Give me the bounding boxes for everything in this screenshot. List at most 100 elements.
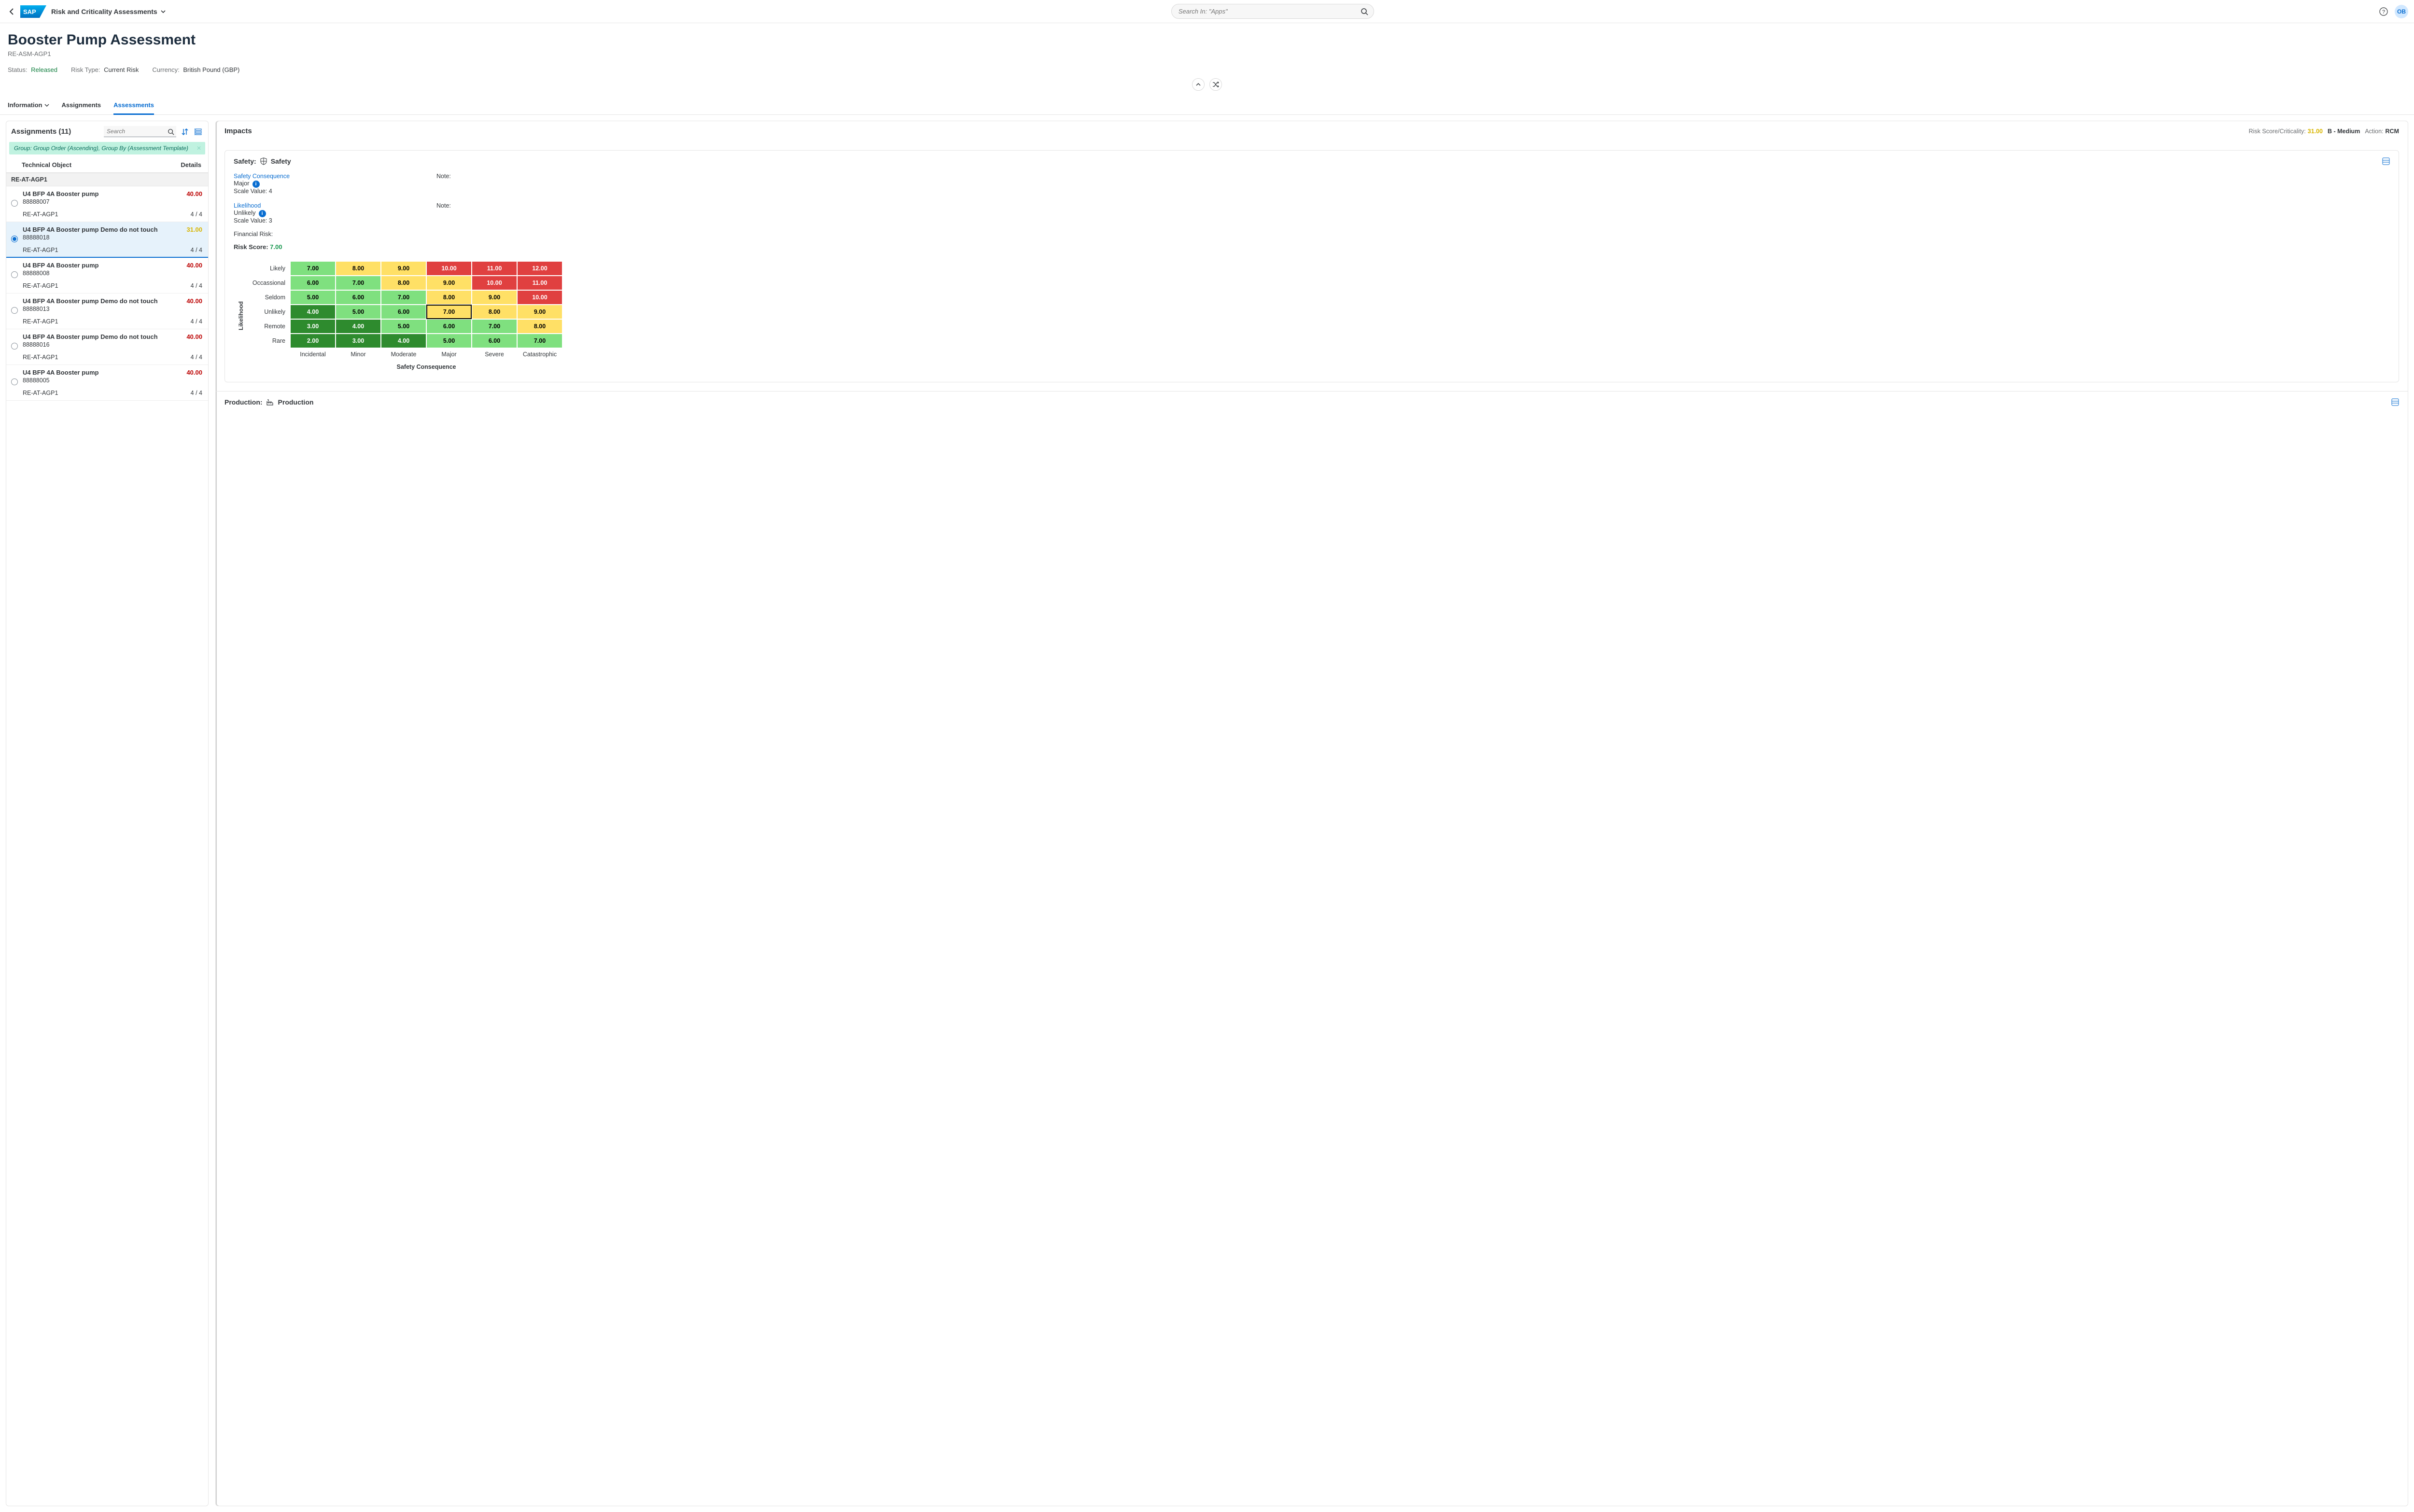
list-item[interactable]: U4 BFP 4A Booster pump Demo do not touch… [6,329,208,365]
matrix-cell[interactable]: 6.00 [336,290,381,305]
assignments-list[interactable]: RE-AT-AGP1 U4 BFP 4A Booster pump 40.00 … [6,173,208,1506]
shuffle-button[interactable] [1209,78,1222,91]
info-icon[interactable]: i [253,181,260,188]
matrix-cell[interactable]: 5.00 [381,319,426,334]
item-progress: 4 / 4 [191,390,202,396]
matrix-cell[interactable]: 11.00 [472,261,517,276]
global-search[interactable] [1171,4,1374,19]
matrix-cell[interactable]: 7.00 [336,276,381,290]
matrix-cell[interactable]: 8.00 [426,290,472,305]
matrix-cell[interactable]: 12.00 [517,261,562,276]
radio-button[interactable] [11,343,18,350]
note-label-2: Note: [436,202,620,209]
production-section-header: Production: Production [216,391,2408,413]
chevron-down-icon [44,103,49,108]
matrix-cell[interactable]: 8.00 [517,319,562,334]
matrix-col-label: Severe [472,351,517,358]
matrix-cell[interactable]: 9.00 [517,305,562,319]
matrix-row-label: Seldom [244,294,290,301]
matrix-cell[interactable]: 7.00 [472,319,517,334]
radio-button[interactable] [11,307,18,314]
matrix-cell[interactable]: 6.00 [290,276,336,290]
item-score: 40.00 [186,262,202,269]
financial-risk-label: Financial Risk: [234,231,2390,238]
tab-information[interactable]: Information [8,97,49,114]
risktype-fact: Risk Type: Current Risk [71,66,139,73]
matrix-cell[interactable]: 9.00 [472,290,517,305]
matrix-row-label: Unlikely [244,308,290,315]
search-input[interactable] [1171,4,1374,19]
item-name: U4 BFP 4A Booster pump Demo do not touch [23,226,186,233]
risk-matrix: Likelihood Likely7.008.009.0010.0011.001… [234,261,2390,370]
svg-text:SAP: SAP [23,8,36,15]
app-title-dropdown[interactable]: Risk and Criticality Assessments [51,8,166,15]
matrix-cell[interactable]: 7.00 [381,290,426,305]
panel-detail-button[interactable] [2391,398,2399,406]
matrix-cell[interactable]: 5.00 [290,290,336,305]
panel-detail-button[interactable] [2382,157,2390,165]
matrix-cell[interactable]: 9.00 [381,261,426,276]
collapse-header-button[interactable] [1192,78,1205,91]
matrix-cell[interactable]: 10.00 [472,276,517,290]
matrix-cell[interactable]: 7.00 [426,305,472,319]
assignments-search-input[interactable] [104,126,176,137]
search-icon[interactable] [168,128,174,135]
status-fact: Status: Released [8,66,57,73]
matrix-cell[interactable]: 3.00 [290,319,336,334]
matrix-y-axis-label: Likelihood [234,301,244,330]
matrix-cell[interactable]: 5.00 [426,334,472,348]
user-avatar[interactable]: OB [2395,5,2408,18]
page-title: Booster Pump Assessment [8,32,2406,48]
matrix-row-label: Occassional [244,280,290,286]
matrix-col-label: Minor [336,351,381,358]
shield-icon [260,157,267,165]
list-item[interactable]: U4 BFP 4A Booster pump 40.00 88888008 RE… [6,258,208,294]
radio-button[interactable] [11,236,18,242]
matrix-cell[interactable]: 6.00 [426,319,472,334]
tab-assignments[interactable]: Assignments [62,97,101,114]
list-item[interactable]: U4 BFP 4A Booster pump Demo do not touch… [6,222,208,258]
item-progress: 4 / 4 [191,318,202,325]
radio-button[interactable] [11,200,18,207]
matrix-cell[interactable]: 7.00 [290,261,336,276]
item-id: 88888007 [23,198,202,205]
item-id: 88888018 [23,234,202,241]
matrix-cell[interactable]: 4.00 [290,305,336,319]
list-item[interactable]: U4 BFP 4A Booster pump 40.00 88888007 RE… [6,186,208,222]
radio-button[interactable] [11,378,18,385]
list-item[interactable]: U4 BFP 4A Booster pump 40.00 88888005 RE… [6,365,208,401]
chevron-up-icon [1196,82,1201,87]
matrix-cell[interactable]: 8.00 [472,305,517,319]
list-item[interactable]: U4 BFP 4A Booster pump Demo do not touch… [6,294,208,329]
matrix-cell[interactable]: 6.00 [381,305,426,319]
matrix-cell[interactable]: 6.00 [472,334,517,348]
matrix-cell[interactable]: 8.00 [381,276,426,290]
matrix-cell[interactable]: 10.00 [426,261,472,276]
clear-group-button[interactable]: ✕ [196,145,201,152]
matrix-cell[interactable]: 4.00 [336,319,381,334]
item-progress: 4 / 4 [191,247,202,253]
matrix-cell[interactable]: 5.00 [336,305,381,319]
back-button[interactable] [6,6,17,17]
matrix-col-label: Catastrophic [517,351,562,358]
matrix-cell[interactable]: 4.00 [381,334,426,348]
matrix-cell[interactable]: 7.00 [517,334,562,348]
radio-button[interactable] [11,271,18,278]
object-header: Booster Pump Assessment RE-ASM-AGP1 Stat… [0,23,2414,77]
info-icon[interactable]: i [259,210,266,217]
help-icon[interactable]: ? [2379,7,2388,16]
search-icon[interactable] [1361,8,1368,15]
matrix-row-label: Rare [244,337,290,344]
assignments-search[interactable] [104,126,176,137]
group-button[interactable] [194,127,203,137]
matrix-cell[interactable]: 2.00 [290,334,336,348]
item-template: RE-AT-AGP1 [23,282,191,289]
matrix-cell[interactable]: 8.00 [336,261,381,276]
matrix-cell[interactable]: 9.00 [426,276,472,290]
matrix-cell[interactable]: 10.00 [517,290,562,305]
matrix-cell[interactable]: 3.00 [336,334,381,348]
sort-button[interactable] [180,127,190,137]
matrix-cell[interactable]: 11.00 [517,276,562,290]
tab-assessments[interactable]: Assessments [113,97,154,114]
safety-label: Safety: [234,157,256,165]
